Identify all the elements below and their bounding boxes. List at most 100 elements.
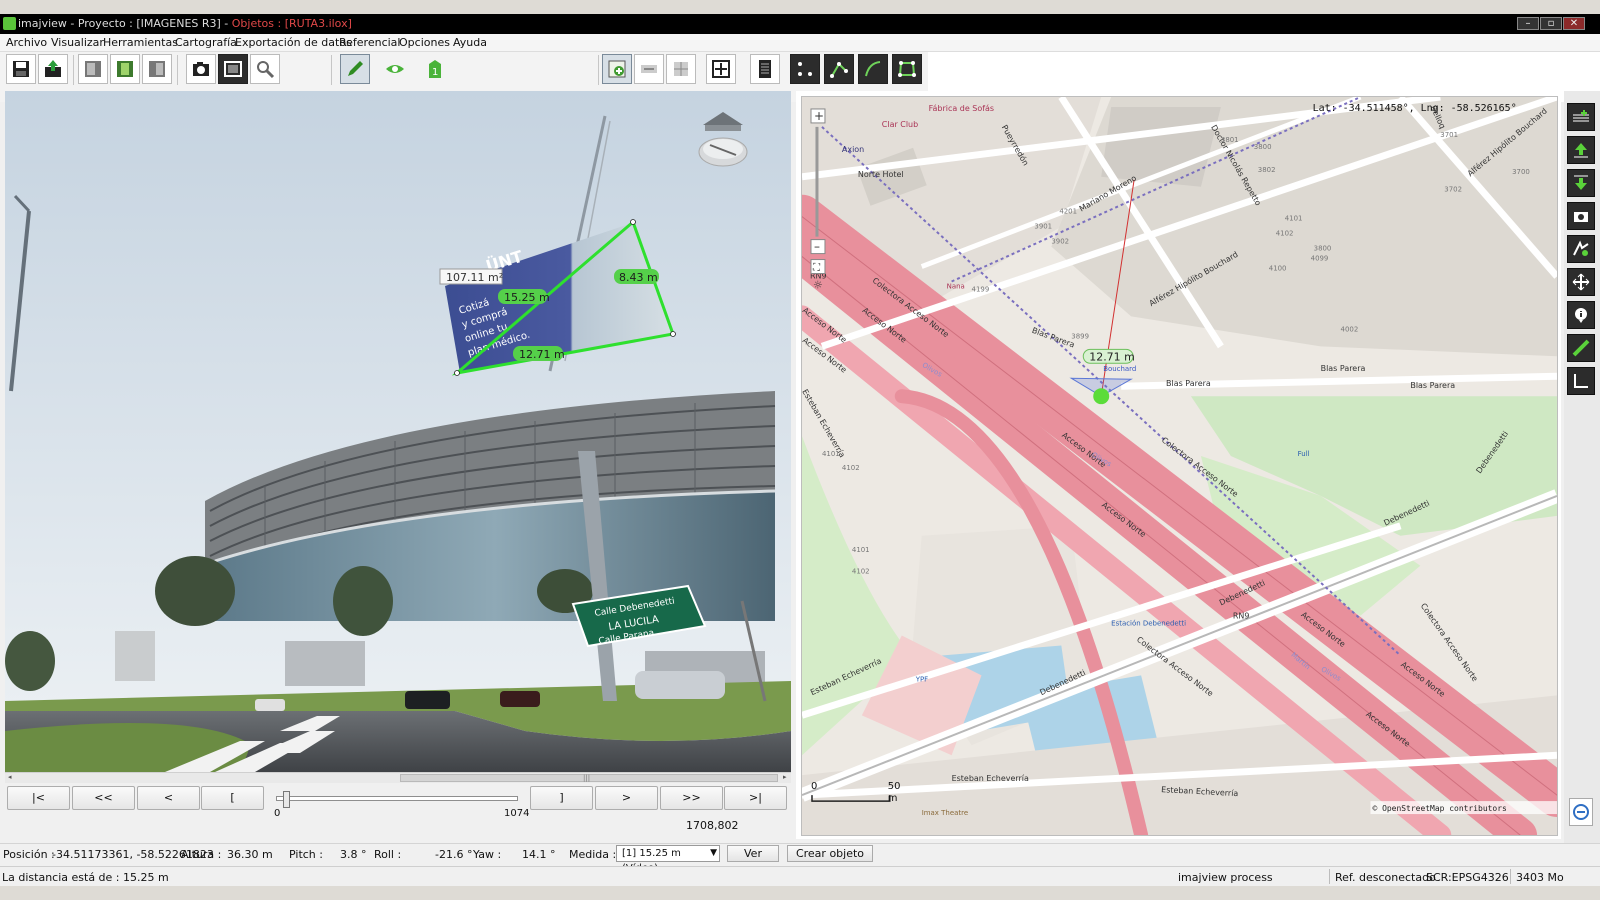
move-button[interactable] (706, 54, 736, 84)
curve-button[interactable] (858, 54, 888, 84)
map-camera-button[interactable] (1567, 202, 1595, 230)
vehicle-position-marker[interactable] (1093, 388, 1110, 405)
altitude-label: Altura : (181, 848, 222, 861)
scroll-left-icon[interactable]: ◂ (8, 773, 12, 781)
zoom-button[interactable] (250, 54, 280, 84)
grid-remove-button[interactable] (634, 54, 664, 84)
roll-label: Roll : (374, 848, 402, 861)
map-label: Blas Parera (1166, 379, 1211, 388)
layer-up-button[interactable] (1567, 136, 1595, 164)
frame-slider-thumb[interactable] (283, 791, 290, 808)
menu-cartografia[interactable]: Cartografía (175, 36, 237, 49)
fast-forward-button[interactable]: >> (660, 786, 723, 810)
roll-value: -21.6 ° (435, 848, 473, 861)
street-photo: Calle Debenedetti LA LUCILA Calle Parana… (5, 91, 791, 772)
mark-in-button[interactable]: [ (201, 786, 264, 810)
grid-button[interactable] (666, 54, 696, 84)
panel-left-icon (85, 61, 101, 77)
map-label: YPF (915, 675, 928, 683)
ver-button[interactable]: Ver (727, 845, 779, 862)
map-label: Full (1298, 450, 1310, 458)
menu-ayuda[interactable]: Ayuda (453, 36, 487, 49)
measure-select[interactable]: [1] 15.25 m (Vídeo)▼ (616, 845, 720, 874)
layers-button[interactable] (1567, 103, 1595, 131)
menu-referencial[interactable]: Referencial (339, 36, 400, 49)
last-frame-button[interactable]: >| (724, 786, 787, 810)
street-view-panel[interactable]: Calle Debenedetti LA LUCILA Calle Parana… (5, 91, 791, 772)
minimize-button[interactable]: – (1517, 17, 1539, 30)
scroll-right-icon[interactable]: ▸ (783, 773, 787, 781)
export-icon (45, 60, 61, 77)
menu-herramientas[interactable]: Herramientas (103, 36, 178, 49)
maximize-button[interactable]: ▫ (1540, 17, 1562, 30)
rewind-button[interactable]: << (72, 786, 135, 810)
layout-center-button[interactable] (110, 54, 140, 84)
layout-right-button[interactable] (142, 54, 172, 84)
mark-out-button[interactable]: ] (530, 786, 593, 810)
map-label: 4099 (1311, 255, 1329, 263)
menu-opciones[interactable]: Opciones (399, 36, 450, 49)
status-divider (1329, 869, 1330, 884)
polyline-button[interactable] (824, 54, 854, 84)
svg-text:m: m (888, 793, 898, 804)
zoom-icon (257, 61, 275, 79)
menu-visualizar[interactable]: Visualizar (51, 36, 104, 49)
map-pan-button[interactable] (1567, 268, 1595, 296)
export-button[interactable] (38, 54, 68, 84)
sync-button[interactable] (1569, 798, 1593, 826)
draw-button[interactable] (340, 54, 370, 84)
next-frame-button[interactable]: > (595, 786, 658, 810)
info-icon (1575, 308, 1587, 323)
grid-add-button[interactable] (602, 54, 632, 84)
zoom-out-icon[interactable]: – (814, 240, 820, 254)
map-label: 4101 (852, 546, 870, 554)
map-attribution: © OpenStreetMap contributors (1372, 804, 1506, 813)
map-label: 4102 (842, 464, 860, 472)
zoom-in-icon[interactable]: + (814, 109, 824, 123)
frame-button[interactable] (218, 54, 248, 84)
menu-exportacion[interactable]: Exportación de datos (235, 36, 352, 49)
altitude-value: 36.30 m (227, 848, 273, 861)
map-view[interactable]: 12.71 m Clar Club Fábrica de Sofás Axion… (801, 96, 1558, 836)
snapshot-button[interactable] (186, 54, 216, 84)
map-locate-button[interactable] (1567, 235, 1595, 263)
slider-max: 1074 (504, 808, 530, 819)
map-label: 3700 (1512, 168, 1530, 176)
level-button[interactable]: 1 (420, 54, 450, 84)
previous-frame-button[interactable]: < (137, 786, 200, 810)
polygon-button[interactable] (892, 54, 922, 84)
points-button[interactable] (790, 54, 820, 84)
save-button[interactable] (6, 54, 36, 84)
layer-down-button[interactable] (1567, 169, 1595, 197)
map-measure-label: 12.71 m (1089, 350, 1135, 363)
map-settings-icon[interactable]: ☼ (813, 278, 823, 291)
first-frame-button[interactable]: |< (7, 786, 70, 810)
arrow-up-icon (1574, 143, 1588, 158)
menu-archivo[interactable]: Archivo (6, 36, 47, 49)
pitch-label: Pitch : (289, 848, 323, 861)
crear-objeto-button[interactable]: Crear objeto (787, 845, 873, 862)
map-label: Nana (947, 282, 965, 290)
move-icon (712, 60, 730, 78)
fullscreen-icon[interactable]: ⛶ (812, 263, 821, 274)
map-info-button[interactable] (1567, 301, 1595, 329)
layout-left-button[interactable] (78, 54, 108, 84)
frame-slider[interactable] (276, 796, 518, 801)
compass-icon[interactable] (698, 137, 748, 167)
map-label: 3701 (1440, 131, 1458, 139)
map-label: 4101 (1285, 215, 1303, 223)
panel-right-icon (149, 61, 165, 77)
medida-label: Medida : (569, 848, 617, 861)
map-label: 3702 (1444, 186, 1462, 194)
map-measure-button[interactable] (1567, 334, 1595, 362)
document-button[interactable] (750, 54, 780, 84)
map-label: Bouchard (1103, 365, 1136, 373)
map-label: Axion (842, 145, 864, 154)
close-button[interactable]: ✕ (1563, 17, 1585, 30)
map-corner-button[interactable] (1567, 367, 1595, 395)
horizontal-scrollbar[interactable]: ◂ ||| ▸ (5, 772, 791, 783)
visibility-button[interactable] (380, 54, 410, 84)
app-icon (3, 17, 16, 30)
width-label: 12.71 m (519, 348, 565, 361)
chevron-down-icon: ▼ (710, 848, 717, 858)
